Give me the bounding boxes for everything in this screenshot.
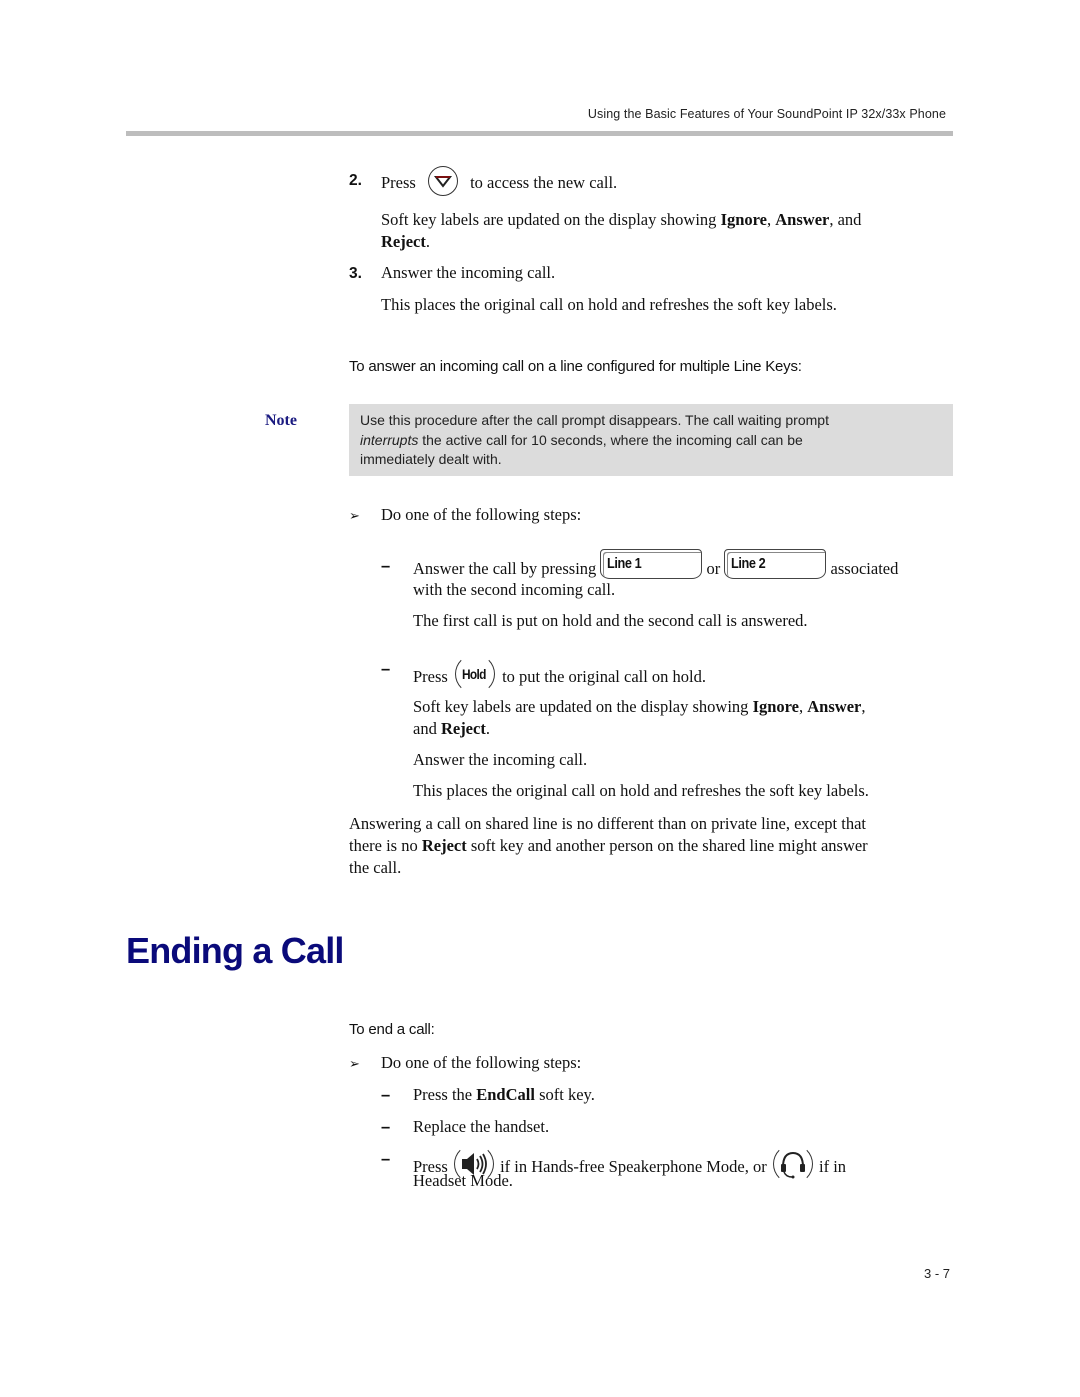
softkey-reject: Reject <box>381 232 426 251</box>
softkey-answer: Answer <box>775 210 830 229</box>
arrow-bullet-icon: ➢ <box>349 509 360 524</box>
down-arrow-key-icon <box>427 166 458 196</box>
option-speaker-headset-cont: Headset Mode. <box>413 1171 513 1190</box>
page-number: 3 - 7 <box>924 1266 951 1281</box>
hold-key-icon: Hold <box>454 654 495 694</box>
headset-key-icon <box>772 1144 813 1184</box>
step-text: Answer the incoming call. <box>381 263 556 282</box>
dash-bullet: – <box>381 1118 391 1136</box>
option-hold-detail: Soft key labels are updated on the displ… <box>413 697 866 738</box>
step-text: Press <box>381 172 416 192</box>
dash-bullet: – <box>381 1150 391 1168</box>
bullet-item: ➢ Do one of the following steps: <box>349 1053 582 1072</box>
step-3: 3. Answer the incoming call. <box>349 262 555 285</box>
step-3-detail: This places the original call on hold an… <box>381 295 837 314</box>
softkey-ignore: Ignore <box>720 210 768 229</box>
dash-bullet: – <box>381 557 391 575</box>
step-number: 3. <box>349 265 362 282</box>
step-text: to access the new call. <box>470 172 618 192</box>
option-hold: – Press Hold to put the original call on… <box>381 654 706 694</box>
option-line-keys: – Answer the call by pressing Line 1 or … <box>381 549 898 579</box>
softkey-ignore: Ignore <box>752 697 800 716</box>
option-endcall: – Press the EndCall soft key. <box>381 1085 595 1104</box>
step-2-detail: Soft key labels are updated on the displ… <box>381 210 862 251</box>
procedure-heading: To answer an incoming call on a line con… <box>349 358 802 375</box>
option-line-keys-cont: with the second incoming call. <box>413 580 616 599</box>
line-2-key: Line 2 <box>724 549 827 579</box>
bullet-item: ➢ Do one of the following steps: <box>349 505 582 524</box>
procedure-heading: To end a call: <box>349 1021 435 1038</box>
option-replace-handset: – Replace the handset. <box>381 1117 550 1136</box>
section-title: Ending a Call <box>126 930 344 971</box>
softkey-reject: Reject <box>440 719 486 738</box>
shared-line-paragraph: Answering a call on shared line is no di… <box>349 814 868 877</box>
line-1-key: Line 1 <box>600 549 703 579</box>
softkey-answer: Answer <box>807 697 862 716</box>
note-box: Use this procedure after the call prompt… <box>349 404 953 476</box>
note-label: Note <box>265 412 297 429</box>
step-2: 2. Press to access the new call. <box>349 166 617 196</box>
dash-bullet: – <box>381 660 391 678</box>
header-rule <box>126 131 953 136</box>
softkey-endcall: EndCall <box>476 1085 535 1104</box>
option-hold-detail-2: Answer the incoming call. <box>413 750 588 769</box>
dash-bullet: – <box>381 1086 391 1104</box>
option-hold-detail-3: This places the original call on hold an… <box>413 781 869 800</box>
option-line-keys-detail: The first call is put on hold and the se… <box>413 611 808 630</box>
arrow-bullet-icon: ➢ <box>349 1057 360 1072</box>
step-number: 2. <box>349 172 362 189</box>
running-header: Using the Basic Features of Your SoundPo… <box>587 107 946 121</box>
option-speaker-headset: – Press if in Hands-free Speakerphone Mo… <box>381 1144 846 1184</box>
